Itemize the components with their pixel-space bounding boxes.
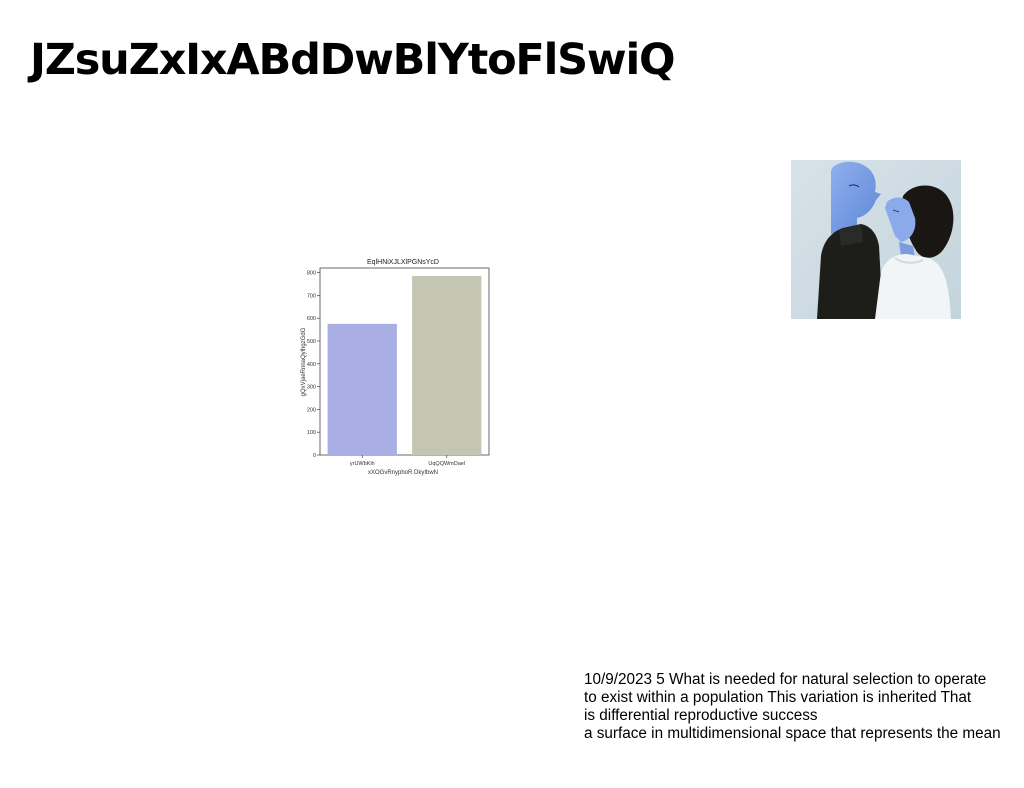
y-tick-label: 800	[307, 271, 316, 277]
y-tick-label: 500	[307, 339, 316, 345]
bar-chart: EqlHNiXJLXlPGNsYcD gQxVjaeRnnaQylhgzGdG …	[296, 252, 496, 480]
chart-plot-area: 0 100 200 300 400 500 600 700 800 yrUWbKih UqQQWmD…	[307, 267, 490, 467]
y-tick-label: 200	[307, 407, 316, 413]
x-tick-label: UqQQWmDael	[428, 461, 465, 467]
bar-UqQQWmDael	[412, 275, 482, 455]
slide-title: JZsuZxIxABdDwBlYtoFlSwiQ	[30, 35, 676, 85]
body-line: a surface in multidimensional space that…	[584, 725, 1001, 742]
portrait-photo	[791, 160, 961, 319]
body-line: to exist within a population This variat…	[584, 689, 972, 706]
y-tick-label: 300	[307, 385, 316, 391]
body-line: is differential reproductive success	[584, 707, 818, 724]
y-tick-label: 100	[307, 430, 316, 436]
chart-title: EqlHNiXJLXlPGNsYcD	[367, 259, 439, 266]
y-tick-label: 400	[307, 362, 316, 368]
y-tick-label: 600	[307, 316, 316, 322]
body-line: 10/9/2023 5 What is needed for natural s…	[584, 671, 987, 688]
body-text: 10/9/2023 5 What is needed for natural s…	[584, 671, 1024, 743]
y-tick-label: 700	[307, 293, 316, 299]
bar-yrUWbKih	[327, 323, 397, 455]
chart-x-axis-label: xXOGvRnyphoR DkyIbwN	[368, 470, 438, 476]
y-tick-label: 0	[313, 453, 316, 459]
x-tick-label: yrUWbKih	[350, 461, 375, 467]
bar-chart-svg: EqlHNiXJLXlPGNsYcD gQxVjaeRnnaQylhgzGdG …	[301, 259, 490, 476]
